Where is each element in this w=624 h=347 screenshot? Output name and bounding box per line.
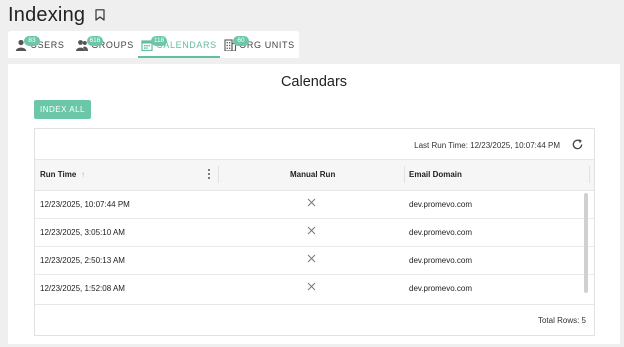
org-units-count-badge: 60 xyxy=(233,36,249,46)
grid-header: Run Time ↑ Manual Run Email Domain xyxy=(35,159,594,191)
column-resize-handle[interactable] xyxy=(404,166,405,183)
run-time-cell: 12/23/2025, 10:07:44 PM xyxy=(40,200,130,209)
column-header-manual-run[interactable]: Manual Run xyxy=(290,170,335,179)
email-domain-cell: dev.promevo.com xyxy=(409,284,472,293)
column-resize-handle[interactable] xyxy=(589,166,590,183)
column-resize-handle[interactable] xyxy=(218,166,219,183)
tab-groups[interactable]: 616 GROUPS xyxy=(72,31,138,58)
column-header-run-time[interactable]: Run Time xyxy=(40,170,76,179)
table-row[interactable]: 12/23/2025, 10:07:44 PM dev.promevo.com xyxy=(35,190,594,219)
refresh-icon[interactable] xyxy=(571,138,584,151)
index-all-button[interactable]: INDEX ALL xyxy=(34,100,91,119)
tab-org-units[interactable]: 60 ORG UNITS xyxy=(220,31,299,58)
page-title: Indexing xyxy=(8,3,86,26)
calendars-count-badge: 118 xyxy=(151,36,167,46)
bookmark-icon[interactable] xyxy=(95,9,105,21)
sort-ascending-icon[interactable]: ↑ xyxy=(81,170,85,179)
page-header: Indexing xyxy=(8,2,105,28)
table-row[interactable]: 12/23/2025, 3:05:10 AM dev.promevo.com xyxy=(35,218,594,247)
table-row[interactable]: 12/23/2025, 1:52:08 AM dev.promevo.com xyxy=(35,274,594,300)
table-row[interactable]: 12/23/2025, 2:50:13 AM dev.promevo.com xyxy=(35,246,594,275)
users-count-badge: 83 xyxy=(24,36,40,46)
tab-calendars[interactable]: 118 CALENDARS xyxy=(138,31,220,58)
groups-count-badge: 616 xyxy=(87,36,103,46)
column-header-email-domain[interactable]: Email Domain xyxy=(409,170,462,179)
grid-body: 12/23/2025, 10:07:44 PM dev.promevo.com … xyxy=(35,190,594,300)
x-icon xyxy=(307,254,316,263)
email-domain-cell: dev.promevo.com xyxy=(409,256,472,265)
total-rows: Total Rows: 5 xyxy=(537,316,586,325)
column-menu-icon[interactable] xyxy=(206,168,212,180)
x-icon xyxy=(307,226,316,235)
run-time-cell: 12/23/2025, 1:52:08 AM xyxy=(40,284,125,293)
tab-users[interactable]: 83 USERS xyxy=(8,31,72,58)
email-domain-cell: dev.promevo.com xyxy=(409,200,472,209)
vertical-scrollbar[interactable] xyxy=(584,193,588,293)
section-title: Calendars xyxy=(280,74,348,90)
grid-footer: Total Rows: 5 xyxy=(35,304,594,335)
email-domain-cell: dev.promevo.com xyxy=(409,228,472,237)
run-time-cell: 12/23/2025, 3:05:10 AM xyxy=(40,228,125,237)
x-icon xyxy=(307,198,316,207)
tab-bar: 83 USERS 616 GROUPS 118 CALENDARS 60 ORG… xyxy=(8,31,299,58)
run-time-cell: 12/23/2025, 2:50:13 AM xyxy=(40,256,125,265)
x-icon xyxy=(307,282,316,291)
data-grid: Last Run Time: 12/23/2025, 10:07:44 PM R… xyxy=(34,128,595,336)
last-run-time: Last Run Time: 12/23/2025, 10:07:44 PM xyxy=(414,141,560,150)
calendars-panel: Calendars INDEX ALL Last Run Time: 12/23… xyxy=(8,64,620,344)
